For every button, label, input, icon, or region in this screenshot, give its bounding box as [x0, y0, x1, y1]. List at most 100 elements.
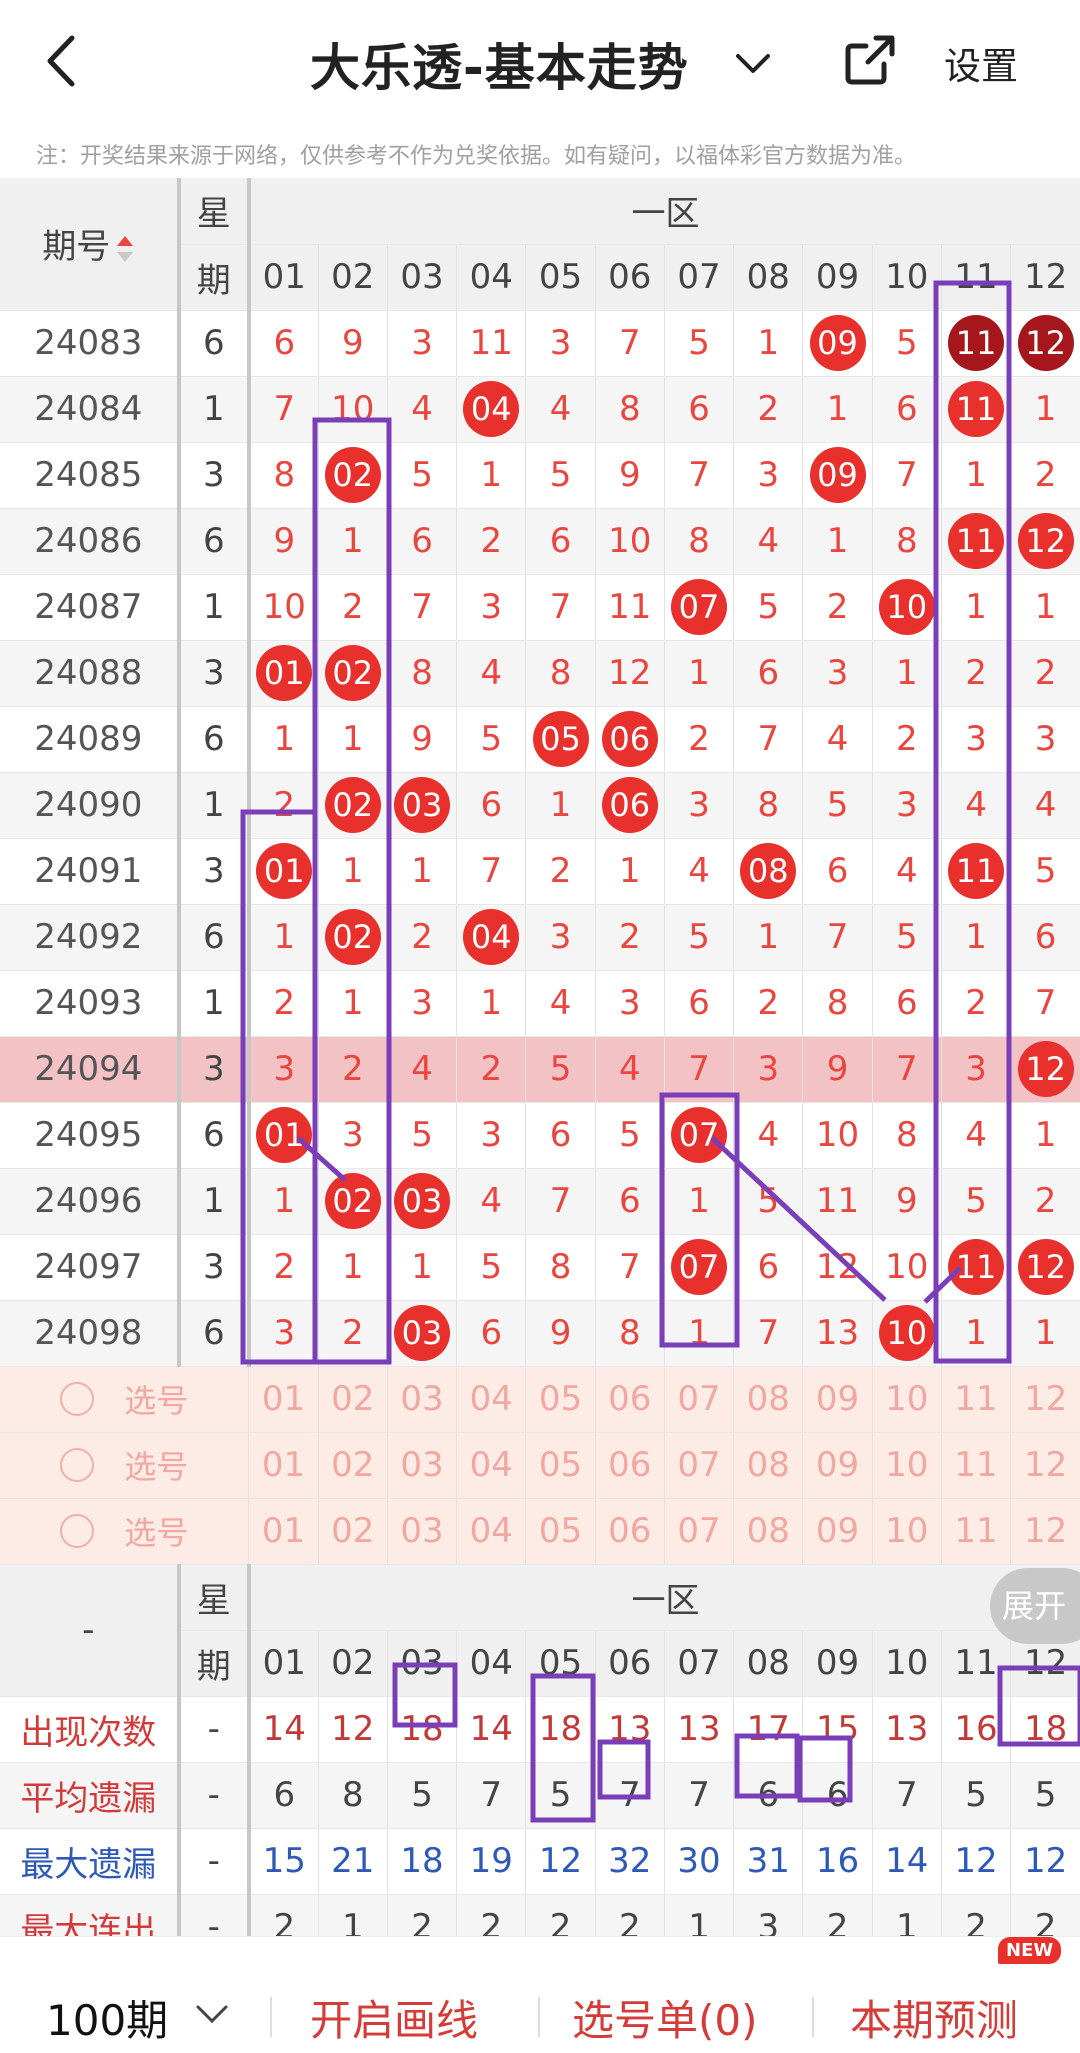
- pick-number[interactable]: 12: [1010, 1366, 1080, 1433]
- draw-row: 24092 6 1 02 2 04 3 2 5 1 7 5 1 6: [0, 904, 1080, 971]
- pick-number[interactable]: 04: [456, 1366, 527, 1433]
- chevron-down-icon[interactable]: [730, 40, 776, 86]
- settings-button[interactable]: 设置: [944, 36, 1018, 90]
- stats-value: 15: [248, 1828, 319, 1895]
- pick-number[interactable]: 12: [1010, 1498, 1080, 1565]
- pick-number[interactable]: 07: [664, 1498, 735, 1565]
- trend-cell: 3: [525, 904, 596, 971]
- trend-cell: 2: [525, 838, 596, 905]
- issue-sort-header[interactable]: 期号: [0, 178, 181, 311]
- pick-number[interactable]: 01: [248, 1366, 319, 1433]
- trend-cell: 6: [733, 1234, 804, 1301]
- drawn-number-ball: 07: [671, 579, 728, 635]
- chevron-down-icon[interactable]: [192, 1999, 232, 2029]
- draw-line-button[interactable]: 开启画线: [310, 1987, 478, 2048]
- trend-cell: 5: [802, 772, 873, 839]
- pick-number[interactable]: 02: [318, 1432, 388, 1499]
- pick-number[interactable]: 01: [248, 1432, 319, 1499]
- pick-number[interactable]: 09: [802, 1432, 873, 1499]
- trend-cell: 3: [318, 1102, 388, 1169]
- pick-selector[interactable]: 选号: [0, 1366, 250, 1433]
- pick-number[interactable]: 04: [456, 1498, 527, 1565]
- pick-number[interactable]: 08: [733, 1498, 804, 1565]
- issue-number: 24093: [0, 970, 181, 1037]
- pick-number[interactable]: 05: [525, 1366, 596, 1433]
- stats-row: 出现次数 -14 12 18 14 18 13 13 17 15 13 16 18: [0, 1696, 1080, 1763]
- pick-selector[interactable]: 选号: [0, 1432, 250, 1499]
- stats-value: 12: [318, 1696, 388, 1763]
- issue-number: 24083: [0, 310, 181, 377]
- trend-cell: 1: [1010, 376, 1080, 443]
- trend-cell: 10: [802, 1102, 873, 1169]
- pick-number[interactable]: 06: [595, 1498, 665, 1565]
- draw-row: 24097 3 2 1 1 5 8 7 07 6 12 10 11 12: [0, 1234, 1080, 1301]
- drawn-number-ball: 09: [809, 447, 866, 503]
- pick-number[interactable]: 02: [318, 1366, 388, 1433]
- trend-cell: 6: [525, 1102, 596, 1169]
- pick-number[interactable]: 02: [318, 1498, 388, 1565]
- pick-number[interactable]: 03: [387, 1498, 458, 1565]
- trend-cell: 1: [387, 838, 458, 905]
- trend-cell: 04: [456, 904, 527, 971]
- pick-number[interactable]: 09: [802, 1366, 873, 1433]
- predict-button[interactable]: 本期预测: [850, 1987, 1018, 2048]
- trend-cell: 8: [664, 508, 735, 575]
- trend-cell: 9: [387, 706, 458, 773]
- trend-cell: 10: [595, 508, 665, 575]
- pick-number[interactable]: 08: [733, 1366, 804, 1433]
- pick-number[interactable]: 06: [595, 1366, 665, 1433]
- trend-cell: 2: [1010, 442, 1080, 509]
- radio-circle-icon[interactable]: [60, 1514, 95, 1548]
- share-icon[interactable]: [840, 30, 900, 90]
- pick-number[interactable]: 10: [872, 1432, 942, 1499]
- trend-cell: 7: [872, 1036, 942, 1103]
- divider: [812, 1997, 814, 2037]
- pick-number[interactable]: 05: [525, 1432, 596, 1499]
- bottom-toolbar: 100期 开启画线 选号单(0) 本期预测 NEW: [0, 1936, 1080, 2053]
- pick-number[interactable]: 11: [941, 1366, 1012, 1433]
- pick-number[interactable]: 06: [595, 1432, 665, 1499]
- page-title[interactable]: 大乐透-基本走势: [310, 28, 689, 100]
- pick-number[interactable]: 03: [387, 1366, 458, 1433]
- pick-number[interactable]: 11: [941, 1498, 1012, 1565]
- pick-number[interactable]: 11: [941, 1432, 1012, 1499]
- pick-number[interactable]: 09: [802, 1498, 873, 1565]
- pick-number[interactable]: 08: [733, 1432, 804, 1499]
- pick-selector[interactable]: 选号: [0, 1498, 250, 1565]
- stats-value: 12: [941, 1828, 1012, 1895]
- trend-cell: 1: [1010, 1300, 1080, 1367]
- trend-cell: 5: [941, 1168, 1012, 1235]
- back-arrow-icon[interactable]: [40, 32, 88, 90]
- trend-cell: 1: [1010, 1102, 1080, 1169]
- trend-cell: 10: [248, 574, 319, 641]
- pick-number[interactable]: 05: [525, 1498, 596, 1565]
- pick-number[interactable]: 10: [872, 1498, 942, 1565]
- trend-cell: 12: [802, 1234, 873, 1301]
- week-day: -: [178, 1696, 251, 1763]
- stats-value: 18: [387, 1696, 458, 1763]
- trend-cell: 12: [1010, 1036, 1080, 1103]
- pick-row: 选号 01 02 03 04 05 06 07 08 09 10 11 12: [0, 1366, 1080, 1433]
- draw-row: 24087 1 10 2 7 3 7 11 07 5 2 10 1 1: [0, 574, 1080, 641]
- pick-label: 选号: [124, 1382, 189, 1420]
- pick-number[interactable]: 12: [1010, 1432, 1080, 1499]
- trend-cell: 1: [941, 904, 1012, 971]
- trend-cell: 4: [664, 838, 735, 905]
- stats-value: 12: [1010, 1828, 1080, 1895]
- pick-number[interactable]: 07: [664, 1432, 735, 1499]
- period-selector[interactable]: 100期: [46, 1987, 168, 2048]
- stats-value: 6: [802, 1762, 873, 1829]
- pick-list-button[interactable]: 选号单(0): [572, 1987, 758, 2048]
- pick-number[interactable]: 10: [872, 1366, 942, 1433]
- pick-number[interactable]: 04: [456, 1432, 527, 1499]
- pick-number[interactable]: 01: [248, 1498, 319, 1565]
- column-header: 04: [456, 244, 527, 311]
- pick-number[interactable]: 07: [664, 1366, 735, 1433]
- trend-cell: 1: [1010, 574, 1080, 641]
- pick-number[interactable]: 03: [387, 1432, 458, 1499]
- trend-cell: 02: [318, 442, 388, 509]
- expand-button[interactable]: 展开: [990, 1568, 1080, 1644]
- radio-circle-icon[interactable]: [60, 1382, 95, 1416]
- trend-cell: 6: [525, 508, 596, 575]
- radio-circle-icon[interactable]: [60, 1448, 95, 1482]
